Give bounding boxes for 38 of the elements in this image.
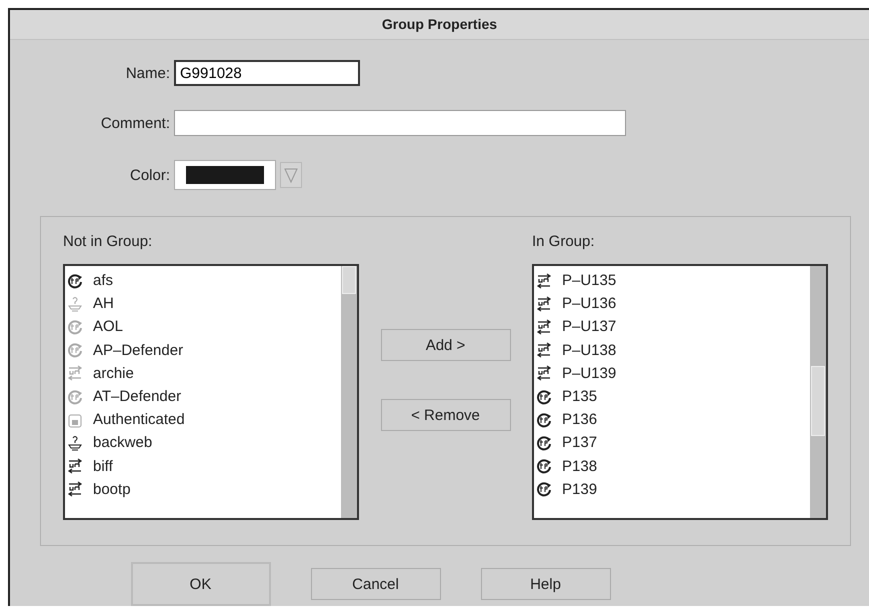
list-item[interactable]: P–U138 — [562, 342, 616, 359]
remove-button[interactable]: < Remove — [380, 399, 510, 431]
list-item[interactable]: AH — [93, 295, 114, 312]
service-list[interactable]: P–U135 P–U136 P–U137 P–U138 P–U139 P135 P136 P137 P138 P139 — [532, 264, 828, 520]
list-item[interactable]: P138 — [562, 458, 598, 475]
window-title: Group Properties — [10, 10, 869, 40]
scrollbar[interactable] — [810, 266, 826, 518]
color-label: Color: — [128, 166, 171, 184]
list-item[interactable]: P136 — [562, 411, 598, 428]
list-item[interactable]: AOL — [93, 318, 124, 336]
list-item[interactable]: P–U135 — [562, 272, 616, 290]
list-item[interactable]: P139 — [562, 480, 598, 498]
color-picker[interactable] — [174, 160, 276, 190]
list-item[interactable]: P137 — [562, 434, 598, 452]
list-item[interactable]: AT–Defender — [93, 388, 182, 406]
list-item[interactable]: P–U139 — [562, 364, 616, 382]
list-item[interactable]: AP–Defender — [93, 342, 184, 359]
list-item[interactable]: backweb — [93, 434, 152, 452]
list-item[interactable]: P135 — [562, 388, 598, 406]
add-button[interactable]: Add > — [380, 329, 510, 361]
list-label: Not in Group: — [63, 233, 154, 250]
cancel-button[interactable]: Cancel — [310, 568, 440, 600]
list-item[interactable]: biff — [93, 458, 113, 475]
scrollbar[interactable] — [341, 266, 357, 518]
comment-field[interactable] — [174, 110, 626, 136]
list-item[interactable]: Authenticated — [93, 411, 185, 428]
service-list[interactable]: afs AH AOL AP–Defender archie AT–Defender Authenticated backweb biff bootp — [63, 264, 359, 520]
list-item[interactable]: afs — [93, 272, 114, 290]
help-button[interactable]: Help — [480, 568, 610, 600]
list-item[interactable]: bootp — [93, 480, 131, 498]
comment-label: Comment: — [100, 114, 171, 132]
list-item[interactable]: P–U137 — [562, 318, 616, 336]
name-label: Name: — [124, 64, 171, 82]
name-field[interactable]: G991028 — [174, 60, 360, 86]
ok-button[interactable]: OK — [130, 562, 270, 606]
list-label: In Group: — [532, 233, 596, 250]
list-item[interactable]: archie — [93, 364, 134, 382]
list-item[interactable]: P–U136 — [562, 295, 616, 312]
